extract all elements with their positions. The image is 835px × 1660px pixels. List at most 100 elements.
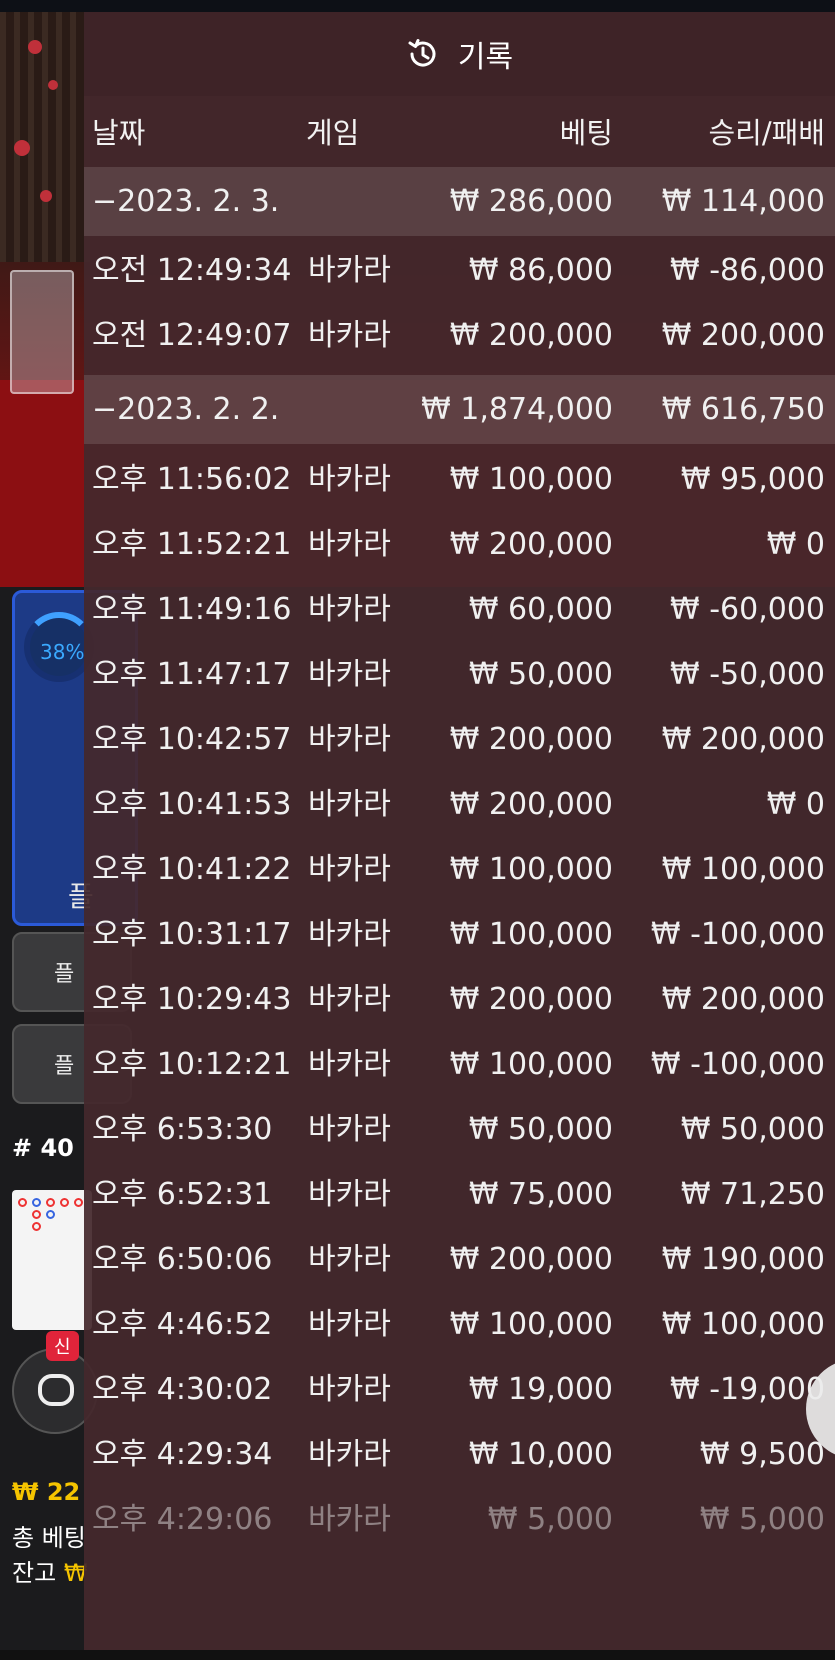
history-panel: 기록 날짜 게임 베팅 승리/패배 −2023. 2. 3. ₩ 286,000 ₩…	[84, 12, 835, 1660]
time-cell: 오후 4:29:34	[92, 1437, 273, 1472]
bet-cell: ₩ 100,000	[449, 1047, 613, 1082]
bet-cell: ₩ 19,000	[468, 1372, 613, 1407]
time-cell: 오후 10:41:22	[92, 852, 292, 887]
game-cell: 바카라	[308, 592, 391, 627]
game-cell: 바카라	[308, 318, 391, 353]
bead-road[interactable]	[12, 1190, 92, 1330]
result-cell: ₩ 5,000	[699, 1502, 825, 1537]
history-row: 오후 4:46:52 바카라 ₩ 100,000 ₩ 100,000	[84, 1290, 835, 1359]
progress-percent: 38%	[40, 640, 85, 664]
time-cell: 오후 4:30:02	[92, 1372, 273, 1407]
decor-screen	[0, 12, 90, 262]
result-cell: ₩ -86,000	[670, 253, 825, 288]
game-cell: 바카라	[308, 462, 391, 497]
result-cell: ₩ 114,000	[661, 184, 825, 219]
game-cell: 바카라	[308, 1372, 391, 1407]
balance-line: ₩ 22	[12, 1478, 81, 1506]
round-number: # 40	[12, 1134, 74, 1162]
bet-cell: ₩ 100,000	[449, 1307, 613, 1342]
game-cell: 바카라	[308, 1242, 391, 1277]
road-dot	[18, 1198, 27, 1207]
time-cell: 오후 6:50:06	[92, 1242, 273, 1277]
result-cell: ₩ 200,000	[661, 318, 825, 353]
result-cell: ₩ 190,000	[661, 1242, 825, 1277]
time-cell: 오후 10:31:17	[92, 917, 292, 952]
bet-cell: ₩ 200,000	[449, 722, 613, 757]
result-cell: ₩ 9,500	[699, 1437, 825, 1472]
bet-cell: ₩ 100,000	[449, 462, 613, 497]
history-row: 오후 11:52:21 바카라 ₩ 200,000 ₩ 0	[84, 510, 835, 579]
new-badge: 신	[46, 1331, 79, 1361]
road-dot	[32, 1198, 41, 1207]
game-cell: 바카라	[308, 982, 391, 1017]
bet-cell: ₩ 1,874,000	[421, 392, 613, 427]
time-cell: 오전 12:49:07	[92, 318, 292, 353]
bet-cell: ₩ 200,000	[449, 318, 613, 353]
history-row: 오후 10:31:17 바카라 ₩ 100,000 ₩ -100,000	[84, 900, 835, 969]
home-indicator-bar	[0, 1650, 835, 1660]
history-row: 오후 11:49:16 바카라 ₩ 60,000 ₩ -60,000	[84, 575, 835, 644]
bet-cell: ₩ 75,000	[468, 1177, 613, 1212]
game-cell: 바카라	[308, 527, 391, 562]
time-cell: 오후 4:46:52	[92, 1307, 273, 1342]
time-cell: 오후 11:47:17	[92, 657, 292, 692]
time-cell: 오후 10:12:21	[92, 1047, 292, 1082]
history-row: 오후 11:56:02 바카라 ₩ 100,000 ₩ 95,000	[84, 445, 835, 514]
history-row: 오후 10:41:22 바카라 ₩ 100,000 ₩ 100,000	[84, 835, 835, 904]
player-pair-label: 플	[54, 962, 75, 987]
history-row: 오후 6:53:30 바카라 ₩ 50,000 ₩ 50,000	[84, 1095, 835, 1164]
time-cell: 오후 10:41:53	[92, 787, 292, 822]
history-row: 오후 10:12:21 바카라 ₩ 100,000 ₩ -100,000	[84, 1030, 835, 1099]
time-cell: 오후 11:49:16	[92, 592, 292, 627]
history-title: 기록	[457, 40, 514, 75]
time-cell: 오후 6:52:31	[92, 1177, 273, 1212]
result-cell: ₩ -60,000	[670, 592, 825, 627]
game-cell: 바카라	[308, 787, 391, 822]
history-row: 오후 6:52:31 바카라 ₩ 75,000 ₩ 71,250	[84, 1160, 835, 1229]
bet-cell: ₩ 200,000	[449, 787, 613, 822]
result-cell: ₩ 0	[766, 527, 825, 562]
game-cell: 바카라	[308, 1112, 391, 1147]
game-cell: 바카라	[308, 852, 391, 887]
bet-cell: ₩ 60,000	[468, 592, 613, 627]
game-cell: 바카라	[308, 1307, 391, 1342]
time-cell: 오후 11:52:21	[92, 527, 292, 562]
total-bet-label: 총 베팅	[12, 1524, 86, 1552]
bet-cell: ₩ 50,000	[468, 657, 613, 692]
column-header-result: 승리/패배	[708, 116, 826, 150]
history-row: 오후 10:41:53 바카라 ₩ 200,000 ₩ 0	[84, 770, 835, 839]
history-row: 오후 10:29:43 바카라 ₩ 200,000 ₩ 200,000	[84, 965, 835, 1034]
road-dot	[46, 1210, 55, 1219]
date-group-row[interactable]: −2023. 2. 3. ₩ 286,000 ₩ 114,000	[84, 167, 835, 236]
decor-blossom	[14, 140, 30, 156]
time-cell: 오후 11:56:02	[92, 462, 292, 497]
time-cell: 오후 6:53:30	[92, 1112, 273, 1147]
history-row: 오후 11:47:17 바카라 ₩ 50,000 ₩ -50,000	[84, 640, 835, 709]
history-row: 오후 4:29:06 바카라 ₩ 5,000 ₩ 5,000	[84, 1485, 835, 1554]
result-cell: ₩ 100,000	[661, 852, 825, 887]
date-group-row[interactable]: −2023. 2. 2. ₩ 1,874,000 ₩ 616,750	[84, 375, 835, 444]
decor-blossom	[40, 190, 52, 202]
game-cell: 바카라	[308, 1047, 391, 1082]
game-cell: 바카라	[308, 1502, 391, 1537]
game-cell: 바카라	[308, 917, 391, 952]
road-dot	[74, 1198, 83, 1207]
game-cell: 바카라	[308, 253, 391, 288]
bet-cell: ₩ 200,000	[449, 982, 613, 1017]
bet-cell: ₩ 286,000	[449, 184, 613, 219]
history-title-bar: 기록	[84, 12, 835, 96]
history-row: 오후 4:29:34 바카라 ₩ 10,000 ₩ 9,500	[84, 1420, 835, 1489]
game-cell: 바카라	[308, 1437, 391, 1472]
card-shoe	[10, 270, 74, 394]
result-cell: ₩ 71,250	[680, 1177, 825, 1212]
column-header-date: 날짜	[92, 116, 146, 150]
chip-icon	[38, 1374, 74, 1406]
decor-blossom	[48, 80, 58, 90]
result-cell: ₩ 0	[766, 787, 825, 822]
bet-cell: ₩ 200,000	[449, 1242, 613, 1277]
result-cell: ₩ 200,000	[661, 982, 825, 1017]
history-row: 오후 4:30:02 바카라 ₩ 19,000 ₩ -19,000	[84, 1355, 835, 1424]
player-bonus-label: 플	[54, 1054, 75, 1079]
history-row: 오전 12:49:34 바카라 ₩ 86,000 ₩ -86,000	[84, 236, 835, 305]
result-cell: ₩ 95,000	[680, 462, 825, 497]
